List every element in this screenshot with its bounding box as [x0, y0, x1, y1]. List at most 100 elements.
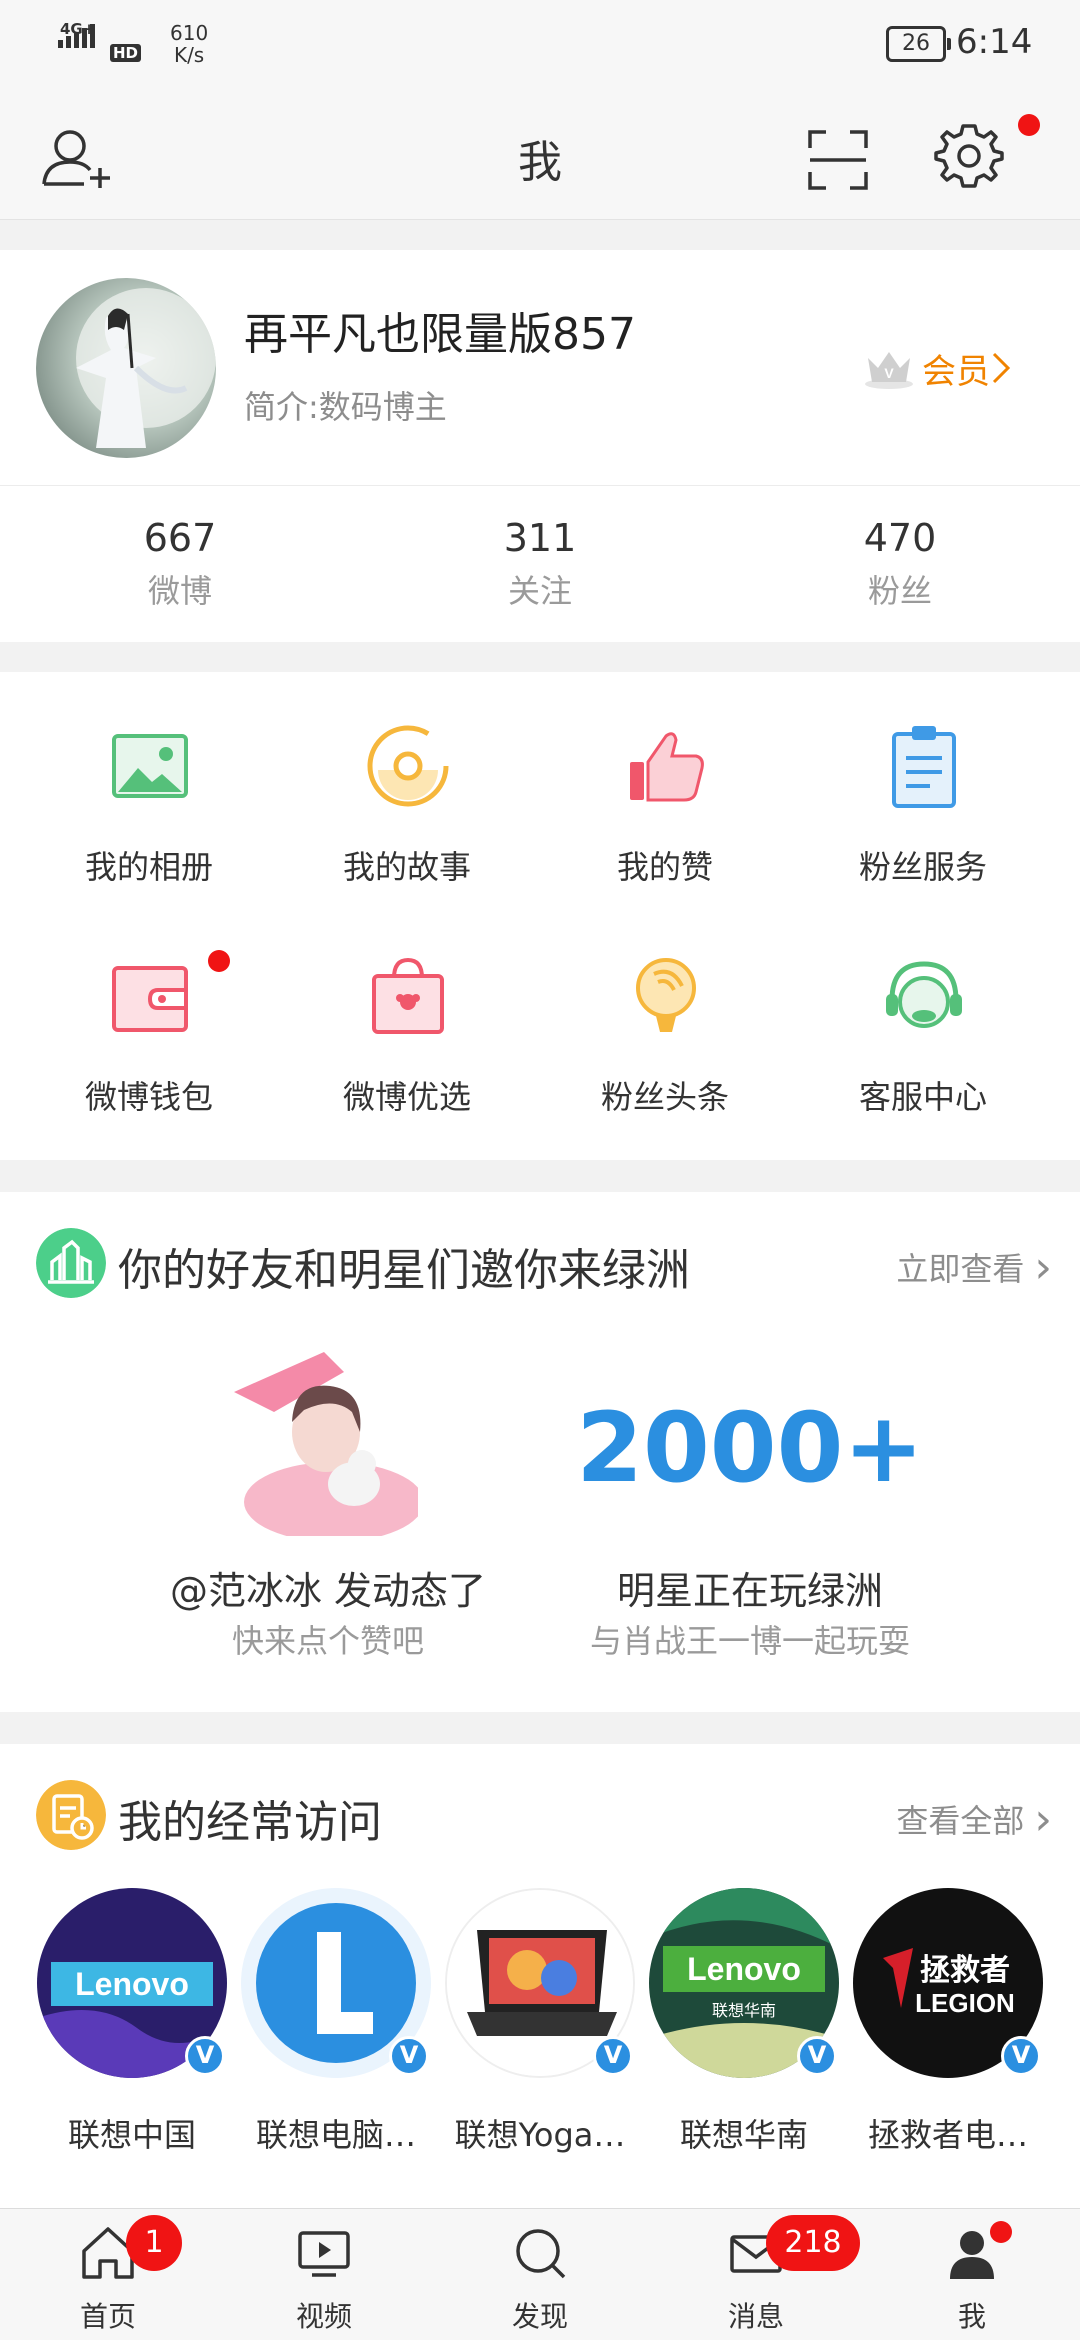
tab-label: 视频 — [295, 2300, 352, 2333]
grid-label: 微博钱包 — [84, 1078, 213, 1116]
oasis-star-count: 2000+ — [576, 1392, 924, 1504]
album-icon — [112, 734, 188, 798]
tab-label: 发现 — [511, 2300, 568, 2333]
grid-label: 微博优选 — [342, 1078, 471, 1116]
verified-icon: V — [1001, 2036, 1041, 2076]
hd-indicator: HD — [110, 44, 142, 62]
stat-label: 粉丝 — [867, 572, 932, 610]
visit-item[interactable]: 拯救者 LEGION V 拯救者电… — [846, 1888, 1050, 2156]
verified-icon: V — [389, 2036, 429, 2076]
bottom-tab-bar: 首页 1 视频 发现 消息 218 我 — [0, 2208, 1080, 2340]
profile-bio: 简介:数码博主 — [244, 388, 447, 426]
oasis-post-thumbnail[interactable] — [234, 1352, 418, 1536]
tab-label: 我 — [957, 2300, 986, 2333]
story-icon — [367, 725, 449, 807]
stat-value: 311 — [503, 516, 577, 560]
lenovo-logo-text: Lenovo — [687, 1951, 801, 1987]
oasis-left-subtitle: 快来点个赞吧 — [231, 1622, 424, 1660]
stat-followers[interactable]: 470 粉丝 — [720, 516, 1080, 612]
frequent-visits-card: 我的经常访问 查看全部 Lenovo V 联想中国 — [0, 1744, 1080, 2208]
vip-membership-link[interactable]: V 会员 — [862, 340, 1012, 396]
battery-indicator: 26 — [886, 26, 951, 62]
stat-following[interactable]: 311 关注 — [360, 516, 720, 612]
lightbulb-icon — [636, 958, 696, 1032]
grid-label: 粉丝服务 — [858, 848, 987, 886]
legion-logo-cn: 拯救者 — [920, 1953, 1010, 1988]
grid-item-album[interactable]: 我的相册 — [20, 692, 278, 892]
wallet-icon — [112, 966, 188, 1032]
clipboard-icon — [892, 726, 956, 808]
avatar[interactable] — [36, 278, 216, 458]
oasis-view-now-link[interactable]: 立即查看 — [896, 1242, 1052, 1293]
tab-label: 首页 — [79, 2300, 136, 2333]
scan-icon[interactable] — [806, 128, 870, 192]
oasis-icon — [36, 1228, 106, 1298]
chevron-right-icon — [992, 352, 1011, 384]
video-icon — [298, 2231, 350, 2277]
tab-video[interactable]: 视频 — [216, 2209, 432, 2340]
top-navigation: 我 — [0, 96, 1080, 220]
visit-item[interactable]: Lenovo 联想华南 V 联想华南 — [642, 1888, 846, 2156]
tab-home[interactable]: 首页 — [0, 2209, 216, 2340]
grid-item-selection[interactable]: 微博优选 — [278, 922, 536, 1122]
lenovo-logo-text: Lenovo — [75, 1966, 189, 2002]
grid-label: 我的相册 — [84, 848, 213, 886]
network-type: 4G+ — [60, 20, 96, 38]
grid-item-story[interactable]: 我的故事 — [278, 692, 536, 892]
stat-label: 微博 — [147, 572, 212, 610]
tab-discover[interactable]: 发现 — [432, 2209, 648, 2340]
oasis-left-title: @范冰冰 发动态了 — [169, 1569, 487, 1613]
view-all-link[interactable]: 查看全部 — [896, 1794, 1052, 1845]
search-icon — [516, 2229, 566, 2279]
oasis-title: 你的好友和明星们邀你来绿洲 — [118, 1245, 690, 1296]
svg-text:V: V — [884, 365, 894, 381]
visit-item[interactable]: V 联想电脑… — [234, 1888, 438, 2156]
headset-icon — [886, 961, 962, 1028]
legion-logo-en: LEGION — [915, 1988, 1015, 2018]
status-bar: 4G+ HD 610 K/s 26 6:14 — [0, 0, 1080, 96]
recent-visits-icon — [36, 1780, 106, 1850]
wallet-notification-dot — [208, 950, 230, 972]
vip-label: 会员 — [922, 351, 990, 392]
grid-label: 客服中心 — [858, 1078, 987, 1116]
grid-item-fan-service[interactable]: 粉丝服务 — [794, 692, 1052, 892]
oasis-card: 你的好友和明星们邀你来绿洲 立即查看 @范冰冰 发动态了 快来点个赞吧 2000… — [0, 1192, 1080, 1712]
stat-value: 470 — [863, 516, 937, 560]
visit-name: 联想华南 — [679, 2116, 808, 2154]
grid-item-wallet[interactable]: 微博钱包 — [20, 922, 278, 1122]
verified-icon: V — [797, 2036, 837, 2076]
home-badge: 1 — [126, 2215, 182, 2271]
settings-notification-dot — [1018, 114, 1040, 136]
shopping-bag-icon — [372, 957, 444, 1034]
messages-badge: 218 — [766, 2215, 860, 2271]
visit-name: 联想电脑… — [255, 2116, 416, 2154]
me-notification-dot — [990, 2221, 1012, 2243]
grid-label: 我的赞 — [616, 848, 713, 886]
profile-card[interactable]: 再平凡也限量版857 简介:数码博主 V 会员 — [0, 250, 1080, 486]
visit-item[interactable]: V 联想Yoga… — [438, 1888, 642, 2156]
grid-item-likes[interactable]: 我的赞 — [536, 692, 794, 892]
username: 再平凡也限量版857 — [244, 309, 636, 360]
stat-weibo[interactable]: 667 微博 — [0, 516, 360, 612]
feature-grid: 我的相册 我的故事 我的赞 粉丝服务 微博钱包 微博优选 粉丝头条 客服中心 — [0, 672, 1080, 1160]
visit-name: 联想中国 — [67, 2116, 196, 2154]
verified-icon: V — [593, 2036, 633, 2076]
tab-me[interactable]: 我 — [864, 2209, 1080, 2340]
visit-item[interactable]: Lenovo V 联想中国 — [30, 1888, 234, 2156]
grid-item-customer-service[interactable]: 客服中心 — [794, 922, 1052, 1122]
tab-label: 消息 — [727, 2300, 784, 2333]
profile-stats: 667 微博 311 关注 470 粉丝 — [0, 486, 1080, 642]
grid-item-fan-headlines[interactable]: 粉丝头条 — [536, 922, 794, 1122]
frequent-visits-title: 我的经常访问 — [118, 1797, 382, 1848]
thumbs-up-icon — [630, 732, 704, 802]
logo-subtext: 联想华南 — [712, 2001, 776, 2020]
verified-icon: V — [185, 2036, 225, 2076]
visit-name: 拯救者电… — [867, 2116, 1028, 2154]
oasis-right-subtitle: 与肖战王一博一起玩耍 — [589, 1622, 910, 1660]
network-speed: 610 K/s — [170, 21, 209, 67]
gear-icon[interactable] — [934, 120, 1004, 190]
page-title: 我 — [518, 137, 562, 188]
stat-label: 关注 — [507, 572, 572, 610]
grid-label: 粉丝头条 — [600, 1078, 729, 1116]
crown-icon: V — [865, 352, 913, 389]
